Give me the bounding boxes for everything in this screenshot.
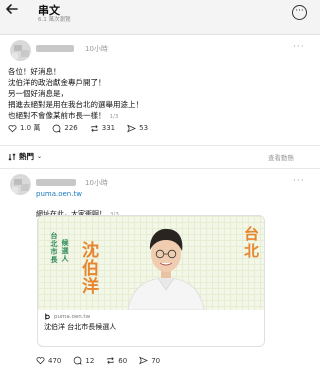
arrow-left-icon xyxy=(6,4,18,14)
like-count: 1.0 萬 xyxy=(20,124,41,132)
reply-actions: 470 12 60 70 xyxy=(36,356,160,365)
repost-count: 331 xyxy=(101,124,116,132)
preview-footer: puma.oen.tw 沈伯洋 台北市長候選人 xyxy=(38,310,264,335)
preview-image: 台北市長 候選人 沈伯洋 台北 xyxy=(38,216,264,310)
reply-share-button[interactable]: 70 xyxy=(139,356,160,365)
heart-icon xyxy=(8,124,17,132)
comment-icon xyxy=(53,124,61,133)
sort-label: 熱門 xyxy=(19,152,34,161)
comment-count: 226 xyxy=(64,124,78,132)
divider xyxy=(0,145,320,146)
back-button[interactable] xyxy=(5,2,19,19)
view-count: 6.1 萬次瀏覽 xyxy=(38,17,71,23)
more-button[interactable]: ··· xyxy=(292,5,307,20)
reply-repost-button[interactable]: 60 xyxy=(106,356,127,365)
repost-icon xyxy=(107,357,115,364)
post-avatar[interactable] xyxy=(10,40,31,61)
view-activity-link[interactable]: 查看動態 xyxy=(268,152,294,162)
more-circle-icon: ··· xyxy=(295,6,304,16)
reply-menu-button[interactable]: ··· xyxy=(293,176,305,186)
reply-share-count: 70 xyxy=(151,356,161,365)
send-icon xyxy=(127,124,137,132)
comment-icon xyxy=(74,356,82,365)
post-menu-button[interactable]: ··· xyxy=(293,42,305,52)
post-time: 10小時 xyxy=(85,45,108,53)
poster-title-side-1: 台北市長 xyxy=(50,232,58,264)
reply-comment-count: 12 xyxy=(85,356,95,365)
poster-name: 沈伯洋 xyxy=(82,241,99,297)
chevron-down-icon: ⌄ xyxy=(37,153,43,160)
share-button[interactable]: 53 xyxy=(127,123,148,133)
reply-link[interactable]: puma.oen.tw xyxy=(36,190,82,198)
like-button[interactable]: 1.0 萬 xyxy=(8,123,40,133)
link-preview-card[interactable]: 台北市長 候選人 沈伯洋 台北 puma.oen.tw 沈伯洋 台北市長候選人 xyxy=(37,215,265,347)
post-author-name[interactable] xyxy=(36,45,74,52)
reply-like-button[interactable]: 470 xyxy=(36,356,61,365)
repost-icon xyxy=(90,124,98,132)
poster-city: 台北 xyxy=(244,225,260,260)
post-page-indicator: 1/3 xyxy=(109,114,119,120)
reply-like-count: 470 xyxy=(48,356,62,365)
poster-title-side-2: 候選人 xyxy=(61,239,69,263)
heart-icon xyxy=(36,357,45,365)
comment-button[interactable]: 226 xyxy=(52,123,78,133)
post-line: 另一個好消息是， xyxy=(8,89,68,98)
candidate-photo xyxy=(127,228,205,310)
post-line: 沈伯洋的政治獻金專戶開了！ xyxy=(8,78,106,87)
post-line: 各位！好消息！ xyxy=(8,67,61,76)
sort-icon xyxy=(8,152,16,161)
reply-author-name[interactable] xyxy=(36,179,76,186)
reply-time: 10小時 xyxy=(85,179,108,187)
reply-avatar[interactable] xyxy=(10,174,31,195)
repost-button[interactable]: 331 xyxy=(90,123,115,133)
send-icon xyxy=(139,356,149,365)
preview-domain-row: puma.oen.tw xyxy=(44,313,258,320)
share-count: 53 xyxy=(139,124,149,132)
preview-title: 沈伯洋 台北市長候選人 xyxy=(44,323,117,331)
divider xyxy=(0,168,320,169)
preview-domain: puma.oen.tw xyxy=(54,313,91,320)
post-actions: 1.0 萬 226 331 53 xyxy=(8,123,148,133)
post-line: 捐進去絕對是用在我台北的選舉用途上！ xyxy=(8,100,143,109)
post-body: 各位！好消息！ 沈伯洋的政治獻金專戶開了！ 另一個好消息是， 捐進去絕對是用在我… xyxy=(8,66,298,123)
reply-repost-count: 60 xyxy=(118,356,128,365)
reply-comment-button[interactable]: 12 xyxy=(73,356,94,365)
sort-dropdown[interactable]: 熱門 ⌄ xyxy=(8,151,42,162)
post-line-last: 也絕對不會像某前市長一樣！ 1/3 xyxy=(8,111,119,120)
site-favicon-icon xyxy=(45,313,50,320)
